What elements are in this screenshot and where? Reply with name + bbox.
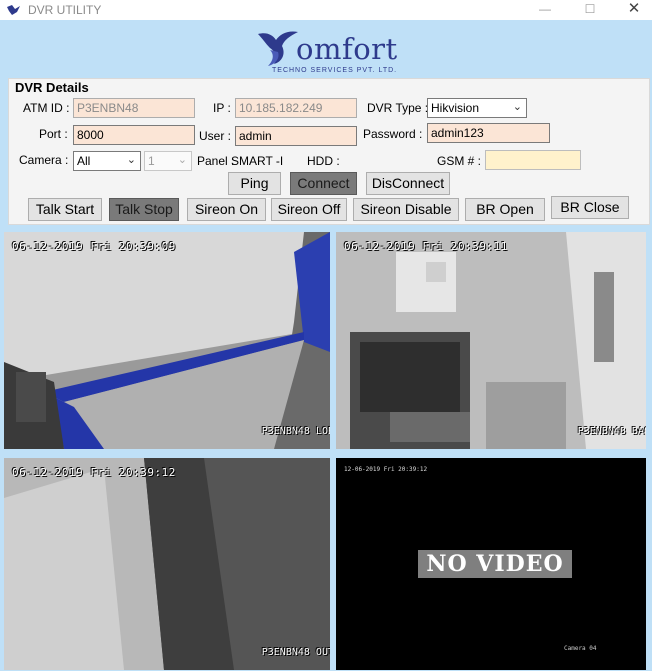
gsm-label: GSM # : xyxy=(437,154,482,168)
panel-value: SMART -I xyxy=(231,154,284,168)
ip-label: IP : xyxy=(213,101,231,115)
dvr-details-legend: DVR Details xyxy=(15,80,89,95)
camera-select-value: All xyxy=(77,154,91,168)
connect-button[interactable]: Connect xyxy=(290,172,357,195)
sireon-on-button[interactable]: Sireon On xyxy=(187,198,266,221)
dvr-type-value: Hikvision xyxy=(431,101,480,115)
title-bar: DVR UTILITY — ☐ ✕ xyxy=(0,0,652,20)
chevron-down-icon: ⌄ xyxy=(177,154,187,166)
camera-select[interactable]: All ⌄ xyxy=(73,151,141,171)
camera-feed-1-scene xyxy=(4,232,330,449)
dvr-type-label: DVR Type : xyxy=(367,101,429,115)
br-open-button[interactable]: BR Open xyxy=(465,198,545,221)
no-video-label: NO VIDEO xyxy=(418,550,572,578)
app-icon xyxy=(7,5,20,15)
atm-id-field[interactable]: P3ENBN48 xyxy=(73,98,195,118)
dvr-details-panel: DVR Details ATM ID : P3ENBN48 IP : 10.18… xyxy=(8,78,650,225)
sireon-disable-button[interactable]: Sireon Disable xyxy=(353,198,459,221)
camera-3-timestamp: 06-12-2019 Fri 20:39:12 xyxy=(12,466,176,479)
camera-2-name: P3ENBN48 BAC xyxy=(577,426,646,437)
camera-3-name: P3ENBN48 OUT xyxy=(261,647,330,658)
company-logo: omfort TECHNO SERVICES PVT. LTD. xyxy=(256,26,406,74)
camera-feed-3-scene xyxy=(4,458,330,670)
password-field[interactable]: admin123 xyxy=(427,123,550,143)
ping-button[interactable]: Ping xyxy=(228,172,281,195)
maximize-button[interactable]: ☐ xyxy=(570,0,610,20)
user-field[interactable]: admin xyxy=(235,126,357,146)
dvr-type-select[interactable]: Hikvision ⌄ xyxy=(427,98,527,118)
close-button[interactable]: ✕ xyxy=(614,0,652,20)
talk-stop-button[interactable]: Talk Stop xyxy=(109,198,179,221)
brand-tagline: TECHNO SERVICES PVT. LTD. xyxy=(272,67,398,74)
talk-start-button[interactable]: Talk Start xyxy=(28,198,102,221)
camera-grid: 06-12-2019 Fri 20:39:09 P3ENBN48 LOB 06-… xyxy=(0,228,652,671)
atm-id-label: ATM ID : xyxy=(23,101,70,115)
camera-4-timestamp: 12-06-2019 Fri 20:39:12 xyxy=(344,466,428,473)
camera-feed-2-scene xyxy=(336,232,646,449)
window-title: DVR UTILITY xyxy=(28,3,102,17)
bird-logo-icon xyxy=(258,31,298,66)
disconnect-button[interactable]: DisConnect xyxy=(366,172,450,195)
camera-1-name: P3ENBN48 LOB xyxy=(261,426,330,437)
camera-label: Camera : xyxy=(19,153,69,167)
camera-2-timestamp: 06-12-2019 Fri 20:39:11 xyxy=(344,240,508,253)
password-label: Password : xyxy=(363,127,423,141)
br-close-button[interactable]: BR Close xyxy=(551,196,629,219)
camera-4-name: Camera 04 xyxy=(564,645,597,652)
camera-feed-2[interactable]: 06-12-2019 Fri 20:39:11 P3ENBN48 BAC xyxy=(336,232,646,449)
panel-label: Panel : xyxy=(197,154,235,168)
camera-feed-1[interactable]: 06-12-2019 Fri 20:39:09 P3ENBN48 LOB xyxy=(4,232,330,449)
camera-1-timestamp: 06-12-2019 Fri 20:39:09 xyxy=(12,240,176,253)
camera-number-select[interactable]: 1 ⌄ xyxy=(144,151,192,171)
camera-number-value: 1 xyxy=(148,154,155,168)
header: omfort TECHNO SERVICES PVT. LTD. xyxy=(0,20,652,78)
port-field[interactable]: 8000 xyxy=(73,125,195,145)
user-label: User : xyxy=(199,129,232,143)
chevron-down-icon: ⌄ xyxy=(512,101,522,113)
chevron-down-icon: ⌄ xyxy=(126,154,136,166)
brand-name: omfort xyxy=(296,32,398,66)
ip-field[interactable]: 10.185.182.249 xyxy=(235,98,357,118)
port-label: Port : xyxy=(39,127,68,141)
camera-feed-3[interactable]: 06-12-2019 Fri 20:39:12 P3ENBN48 OUT xyxy=(4,458,330,670)
camera-feed-4[interactable]: 12-06-2019 Fri 20:39:12 NO VIDEO Camera … xyxy=(336,458,646,670)
sireon-off-button[interactable]: Sireon Off xyxy=(271,198,347,221)
hdd-label: HDD : xyxy=(307,154,340,168)
gsm-field[interactable] xyxy=(485,150,581,170)
minimize-button[interactable]: — xyxy=(525,0,565,20)
